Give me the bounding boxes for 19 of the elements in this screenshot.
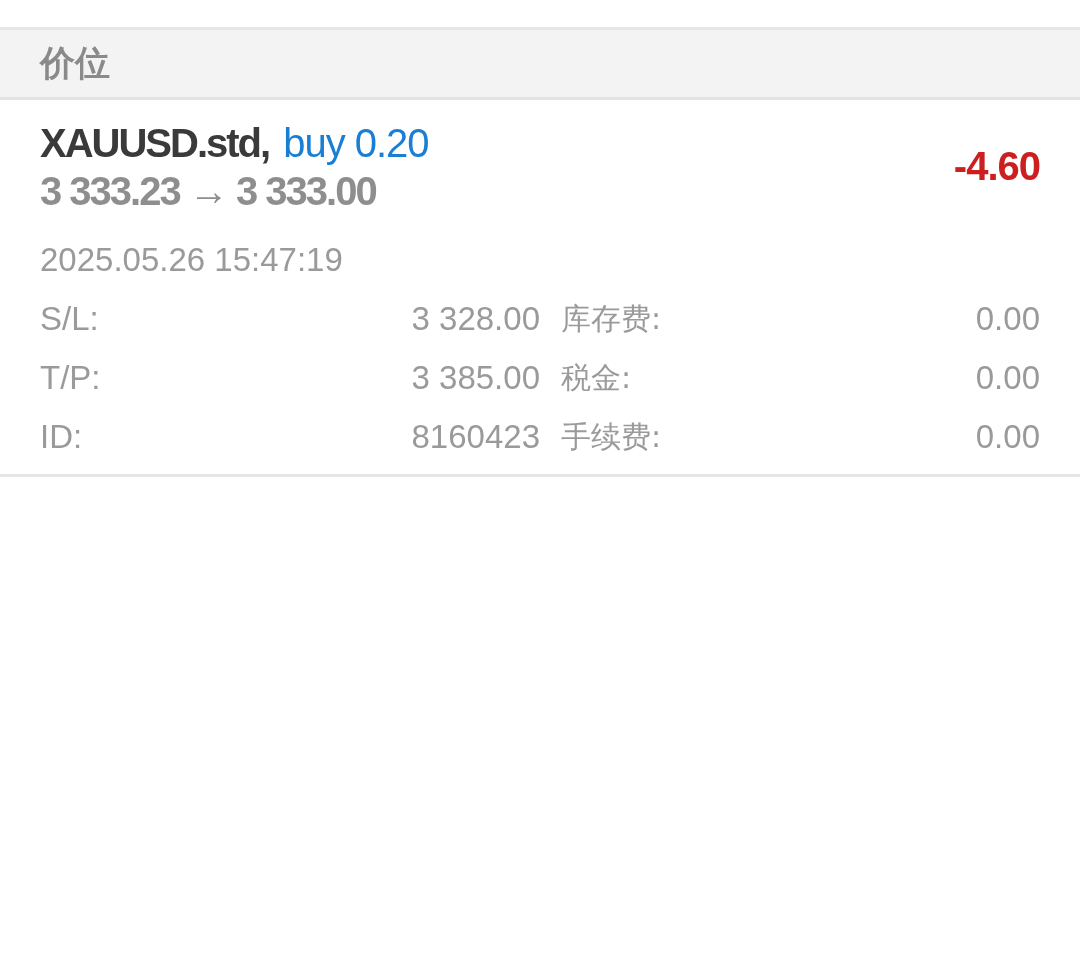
field-label: 税金: [561, 359, 633, 397]
field-label: ID: [40, 417, 84, 457]
field-value: 0.00 [974, 299, 1040, 339]
price-text: 3 333.23 → 3 333.00 [40, 168, 377, 214]
field-value: 0.00 [974, 417, 1040, 457]
symbol-text: XAUUSD.std, [40, 120, 270, 167]
field-value: 8160423 [410, 417, 540, 457]
order-text: buy 0.20 [283, 120, 429, 167]
profit-text: -4.60 [953, 143, 1040, 189]
field-label: 库存费: [561, 300, 663, 338]
field-value: 3 328.00 [410, 299, 540, 339]
time-text: 2025.05.26 15:47:19 [40, 240, 344, 280]
field-value: 0.00 [974, 358, 1040, 398]
field-label: T/P: [40, 358, 102, 398]
field-label: 手续费: [561, 418, 663, 456]
field-label: S/L: [40, 299, 100, 339]
header-title: 价位 [40, 42, 110, 85]
field-value: 3 385.00 [410, 358, 540, 398]
position-item[interactable]: XAUUSD.std, buy 0.20 3 333.23 → 3 333.00 -4.60 2025.05.26 15:47:19 S/L: 3 328.00 库存费: 0.00 T/P: 3 385.00 税金: 0.00 ID: 8160423 手续费: 0.00 [0, 100, 1080, 477]
